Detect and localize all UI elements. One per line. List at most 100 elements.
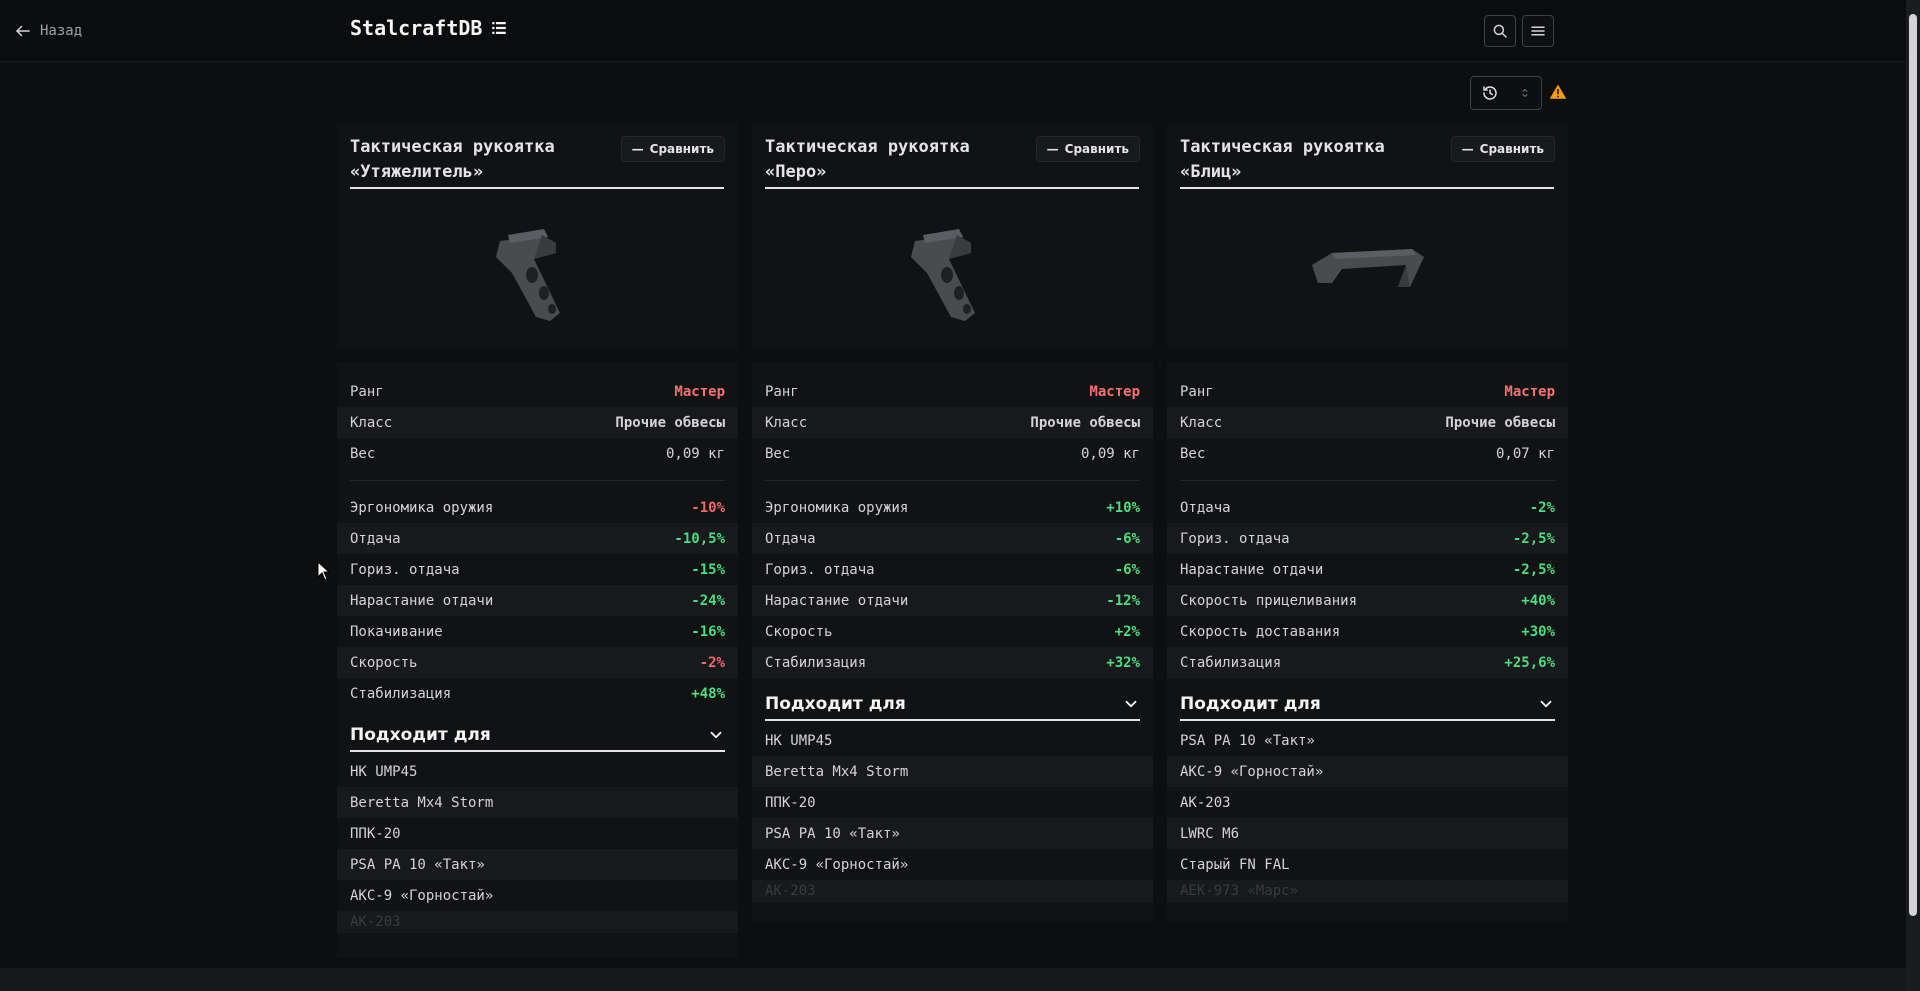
list-icon	[492, 22, 507, 34]
stat-row-weight: Вес 0,09 кг	[765, 445, 1140, 462]
compare-button[interactable]: — Сравнить	[1450, 136, 1555, 162]
suits-title: Подходит для	[350, 724, 491, 745]
stat-row-rank: Ранг Мастер	[765, 383, 1140, 400]
item-card-blits: Тактическая рукоятка «Блиц» — Сравнить	[1167, 123, 1568, 349]
back-label: Назад	[40, 23, 83, 39]
weapon-link[interactable]: Beretta Mx4 Storm	[337, 787, 738, 818]
effect-row: Отдача -6%	[752, 523, 1153, 554]
effect-row: Скорость -2%	[337, 647, 738, 678]
effect-row: Эргономика оружия +10%	[765, 499, 1140, 516]
menu-icon	[1531, 26, 1545, 36]
effect-row: Гориз. отдача -6%	[765, 561, 1140, 578]
brand-logo[interactable]: StalcraftDB	[350, 16, 508, 40]
weapon-link[interactable]: АЕК-973 «Марс»	[1167, 880, 1568, 902]
effect-row: Гориз. отдача -15%	[350, 561, 725, 578]
chevron-down-icon	[1125, 700, 1137, 707]
mouse-cursor-icon	[317, 561, 331, 581]
effect-row: Скорость доставания +30%	[1180, 623, 1555, 640]
item-card-pero: Тактическая рукоятка «Перо» — Сравнить	[752, 123, 1153, 349]
item-image	[1312, 249, 1424, 287]
stats-panel-utyazhelitel: Ранг Мастер Класс Прочие обвесы Вес 0,09 кг…	[337, 362, 738, 958]
suits-list: PSA PA 10 «Такт» АКС-9 «Горностай» АК-20…	[1167, 725, 1568, 902]
weapon-link[interactable]: АК-203	[337, 911, 738, 933]
history-icon	[1483, 86, 1497, 100]
weapon-link[interactable]: АКС-9 «Горностай»	[752, 849, 1153, 880]
item-card-utyazhelitel: Тактическая рукоятка «Утяжелитель» — Сра…	[337, 123, 738, 349]
suits-section-toggle[interactable]: Подходит для	[765, 688, 1140, 721]
brand-name: StalcraftDB	[350, 16, 483, 40]
minus-icon: —	[1461, 142, 1474, 156]
search-button[interactable]	[1484, 15, 1516, 47]
suits-list: HK UMP45 Beretta Mx4 Storm ППК-20 PSA PA…	[752, 725, 1153, 902]
suits-section-toggle[interactable]: Подходит для	[1180, 688, 1555, 721]
weapon-link[interactable]: АКС-9 «Горностай»	[1167, 756, 1568, 787]
compare-label: Сравнить	[649, 142, 714, 156]
suits-list: HK UMP45 Beretta Mx4 Storm ППК-20 PSA PA…	[337, 756, 738, 933]
stat-row-class: Класс Прочие обвесы	[752, 407, 1153, 438]
arrow-left-icon	[16, 25, 30, 37]
scrollbar-thumb[interactable]	[1909, 14, 1917, 916]
effect-row: Нарастание отдачи -2,5%	[1180, 561, 1555, 578]
chevron-down-icon	[710, 731, 722, 738]
effect-row: Нарастание отдачи -24%	[337, 585, 738, 616]
suits-title: Подходит для	[1180, 693, 1321, 714]
effect-row: Стабилизация +25,6%	[1167, 647, 1568, 678]
top-bar: Назад StalcraftDB	[0, 0, 1906, 62]
bottom-strip	[0, 968, 1906, 991]
weapon-link[interactable]: PSA PA 10 «Такт»	[1167, 725, 1568, 756]
item-title: Тактическая рукоятка «Блиц»	[1180, 137, 1385, 182]
title-divider	[1180, 187, 1554, 189]
search-icon	[1493, 24, 1507, 38]
history-select[interactable]	[1470, 76, 1542, 110]
suits-section-toggle[interactable]: Подходит для	[350, 719, 725, 752]
effect-row: Покачивание -16%	[350, 623, 725, 640]
stat-row-rank: Ранг Мастер	[1180, 383, 1555, 400]
stat-row-class: Класс Прочие обвесы	[1167, 407, 1568, 438]
chevron-up-down-icon	[1522, 89, 1528, 97]
suits-title: Подходит для	[765, 693, 906, 714]
compare-button[interactable]: — Сравнить	[1035, 136, 1140, 162]
section-divider	[1167, 469, 1568, 492]
stat-row-class: Класс Прочие обвесы	[337, 407, 738, 438]
section-divider	[752, 469, 1153, 492]
weapon-link[interactable]: ППК-20	[752, 787, 1153, 818]
stat-row-weight: Вес 0,07 кг	[1180, 445, 1555, 462]
weapon-link[interactable]: PSA PA 10 «Такт»	[752, 818, 1153, 849]
back-link[interactable]: Назад	[14, 20, 82, 42]
page-scrollbar[interactable]	[1906, 0, 1920, 991]
title-divider	[350, 187, 724, 189]
weapon-link[interactable]: Beretta Mx4 Storm	[752, 756, 1153, 787]
weapon-link[interactable]: АКС-9 «Горностай»	[337, 880, 738, 911]
effect-row: Отдача -10,5%	[337, 523, 738, 554]
stats-panel-blits: Ранг Мастер Класс Прочие обвесы Вес 0,07 кг…	[1167, 362, 1568, 922]
title-divider	[765, 187, 1139, 189]
weapon-link[interactable]: АК-203	[1167, 787, 1568, 818]
item-title: Тактическая рукоятка «Утяжелитель»	[350, 137, 555, 182]
menu-button[interactable]	[1522, 15, 1554, 47]
effect-row: Отдача -2%	[1180, 499, 1555, 516]
stat-row-rank: Ранг Мастер	[350, 383, 725, 400]
weapon-link[interactable]: LWRC M6	[1167, 818, 1568, 849]
effect-row: Гориз. отдача -2,5%	[1167, 523, 1568, 554]
effect-row: Скорость +2%	[765, 623, 1140, 640]
section-divider	[337, 469, 738, 492]
compare-button[interactable]: — Сравнить	[620, 136, 725, 162]
weapon-link[interactable]: HK UMP45	[337, 756, 738, 787]
warning-icon[interactable]	[1549, 83, 1567, 101]
weapon-link[interactable]: PSA PA 10 «Такт»	[337, 849, 738, 880]
minus-icon: —	[631, 142, 644, 156]
weapon-link[interactable]: ППК-20	[337, 818, 738, 849]
item-image	[496, 229, 560, 321]
chevron-down-icon	[1540, 700, 1552, 707]
minus-icon: —	[1046, 142, 1059, 156]
item-title: Тактическая рукоятка «Перо»	[765, 137, 970, 182]
compare-label: Сравнить	[1479, 142, 1544, 156]
weapon-link[interactable]: Старый FN FAL	[1167, 849, 1568, 880]
effect-row: Эргономика оружия -10%	[350, 499, 725, 516]
effect-row: Стабилизация +48%	[350, 685, 725, 702]
stat-row-weight: Вес 0,09 кг	[350, 445, 725, 462]
weapon-link[interactable]: HK UMP45	[752, 725, 1153, 756]
effect-row: Нарастание отдачи -12%	[752, 585, 1153, 616]
compare-label: Сравнить	[1064, 142, 1129, 156]
weapon-link[interactable]: АК-203	[752, 880, 1153, 902]
